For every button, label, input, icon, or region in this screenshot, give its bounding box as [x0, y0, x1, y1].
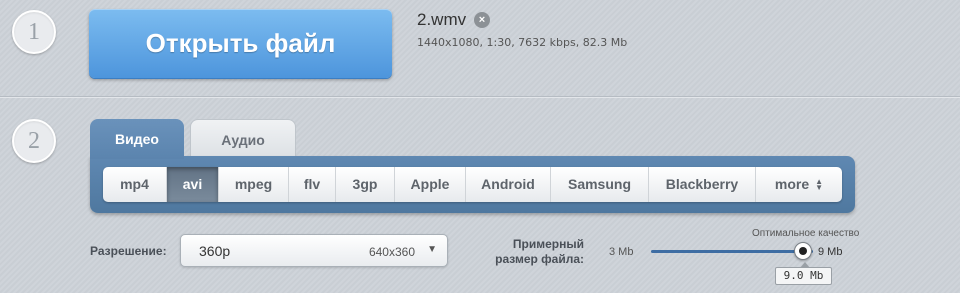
- section-divider: [0, 96, 960, 97]
- format-mpeg[interactable]: mpeg: [219, 167, 289, 202]
- sort-arrows-icon: ▲ ▼: [815, 177, 824, 193]
- chevron-down-icon: ▼: [427, 244, 437, 255]
- file-size-label-line2: размер файла:: [495, 252, 584, 266]
- slider-max-label: 9 Mb: [818, 246, 843, 258]
- file-info: 1440x1080, 1:30, 7632 kbps, 82.3 Mb: [417, 36, 628, 49]
- file-size-slider-thumb[interactable]: [794, 242, 812, 260]
- file-size-value-tooltip: 9.0 Mb: [775, 262, 832, 285]
- file-size-label: Примерный размер файла:: [480, 237, 584, 267]
- slider-min-label: 3 Mb: [609, 246, 634, 258]
- format-android[interactable]: Android: [466, 167, 551, 202]
- file-size-label-line1: Примерный: [512, 237, 584, 251]
- format-more-label: more: [774, 176, 810, 192]
- open-file-button[interactable]: Открыть файл: [89, 9, 392, 78]
- tab-audio[interactable]: Аудио: [190, 119, 296, 157]
- format-bar: mp4 avi mpeg flv 3gp Apple Android Samsu…: [103, 167, 842, 202]
- resolution-value: 360p: [199, 243, 231, 259]
- format-apple[interactable]: Apple: [395, 167, 466, 202]
- format-3gp[interactable]: 3gp: [336, 167, 395, 202]
- file-name: 2.wmv: [417, 10, 467, 29]
- resolution-label: Разрешение:: [90, 244, 167, 258]
- tab-video[interactable]: Видео: [90, 119, 184, 159]
- format-panel: mp4 avi mpeg flv 3gp Apple Android Samsu…: [90, 156, 855, 213]
- format-more[interactable]: more ▲ ▼: [756, 167, 842, 202]
- resolution-select[interactable]: 360p 640x360 ▼: [180, 234, 448, 267]
- step-2-badge: 2: [12, 119, 56, 163]
- format-flv[interactable]: flv: [289, 167, 336, 202]
- resolution-dimensions: 640x360: [368, 245, 415, 259]
- format-blackberry[interactable]: Blackberry: [649, 167, 756, 202]
- format-avi[interactable]: avi: [167, 167, 219, 202]
- remove-file-icon[interactable]: ×: [474, 12, 490, 28]
- format-samsung[interactable]: Samsung: [551, 167, 649, 202]
- step-1-section: 1 Открыть файл 2.wmv × 1440x1080, 1:30, …: [0, 0, 960, 97]
- step-1-badge: 1: [12, 10, 56, 54]
- quality-caption: Оптимальное качество: [752, 228, 860, 239]
- file-size-slider-track[interactable]: [651, 250, 813, 253]
- format-mp4[interactable]: mp4: [103, 167, 167, 202]
